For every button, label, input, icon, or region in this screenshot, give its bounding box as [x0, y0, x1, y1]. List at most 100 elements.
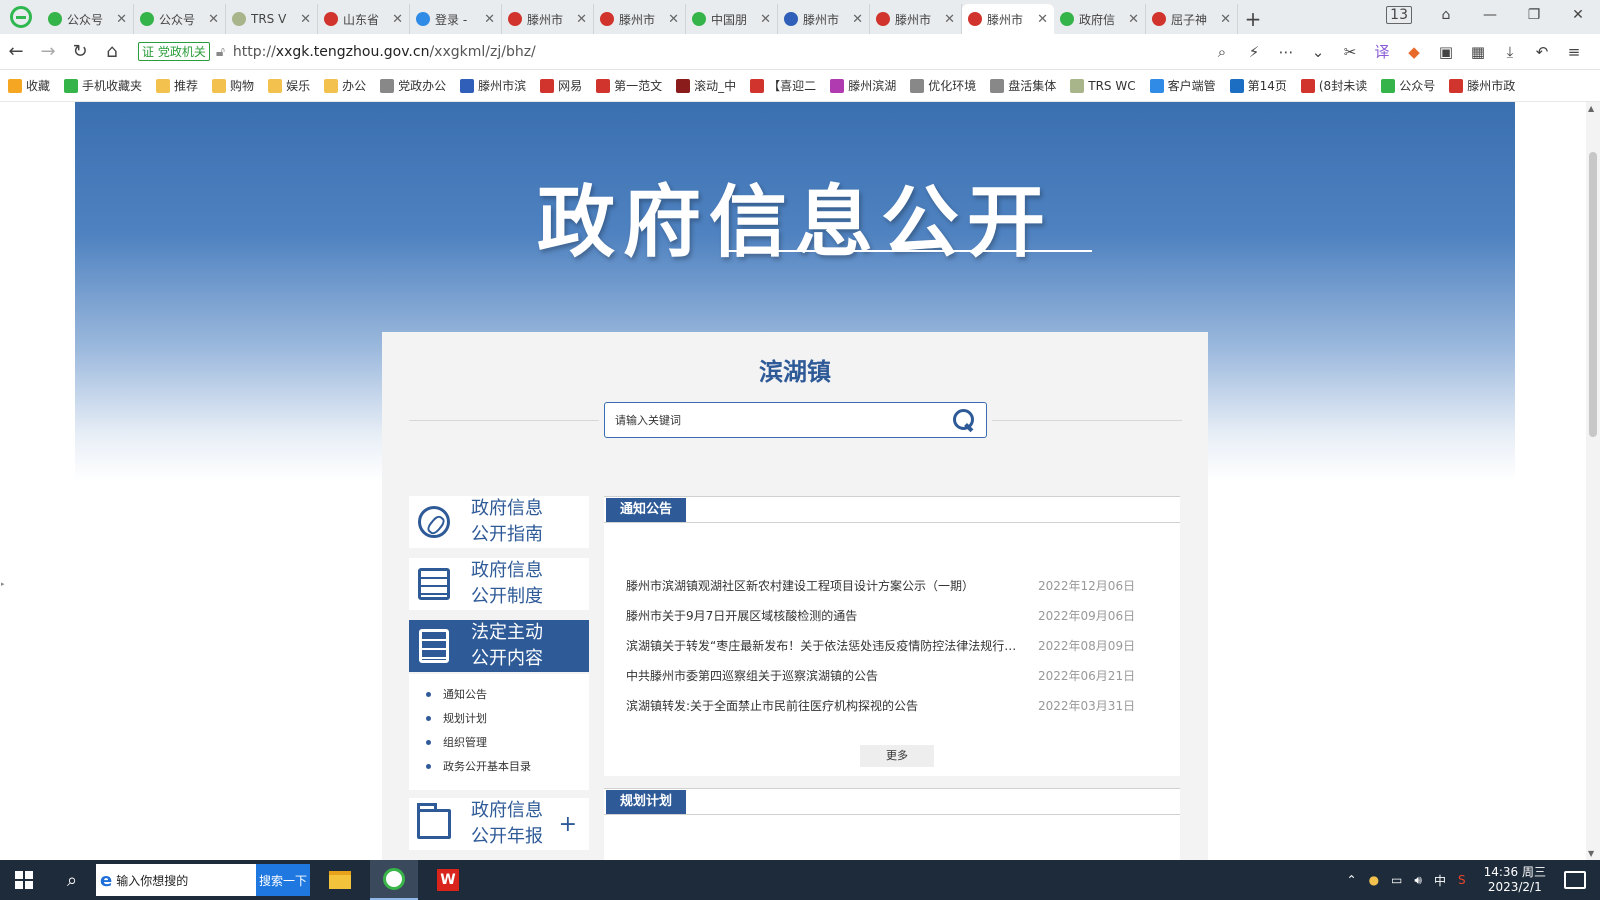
skin-icon[interactable]: ⌂: [1424, 7, 1468, 23]
bookmark-item[interactable]: 优化环境: [910, 77, 976, 94]
download-icon[interactable]: ⤓: [1494, 43, 1526, 61]
notice-panel-tab[interactable]: 通知公告: [606, 498, 687, 522]
taskbar-search-icon[interactable]: ⌕: [48, 860, 96, 900]
bookmark-item[interactable]: 购物: [212, 77, 254, 94]
bookmark-item[interactable]: 收藏: [8, 77, 50, 94]
notice-item-title[interactable]: 滨湖镇转发:关于全面禁止市民前往医疗机构探视的公告: [626, 697, 1021, 714]
bookmark-item[interactable]: 第14页: [1229, 77, 1287, 94]
chevron-down-icon[interactable]: ⌄: [1302, 43, 1334, 61]
tab-close-icon[interactable]: ✕: [852, 12, 863, 27]
tab-close-icon[interactable]: ✕: [576, 12, 587, 27]
tab-close-icon[interactable]: ✕: [1220, 12, 1231, 27]
scissors-icon[interactable]: ✂: [1334, 43, 1366, 61]
browser-tab[interactable]: 滕州市 ✕: [962, 4, 1054, 34]
bookmark-item[interactable]: (8封未读: [1300, 77, 1367, 94]
restore-icon[interactable]: ❐: [1512, 7, 1556, 23]
taskbar-search-input[interactable]: e 输入你想搜的: [96, 864, 256, 896]
home-icon[interactable]: ⌂: [96, 41, 128, 62]
ime-indicator[interactable]: 中: [1434, 872, 1446, 889]
new-tab-button[interactable]: +: [1238, 4, 1268, 34]
bookmark-item[interactable]: 网易: [540, 77, 582, 94]
bookmark-item[interactable]: 客户端管: [1149, 77, 1216, 94]
browser-tab[interactable]: TRS V ✕: [226, 4, 318, 34]
browser-tab[interactable]: 公众号 ✕: [134, 4, 226, 34]
bookmark-item[interactable]: 盘活集体: [990, 77, 1056, 94]
bookmark-item[interactable]: 滕州市滨: [460, 77, 526, 94]
browser-tab[interactable]: 政府信 ✕: [1054, 4, 1146, 34]
submenu-item-plan[interactable]: 规划计划: [409, 706, 589, 730]
taskbar-wps[interactable]: W: [424, 860, 472, 900]
more-icon[interactable]: ⋯: [1270, 43, 1302, 61]
browser-tab[interactable]: 登录 - ✕: [410, 4, 502, 34]
bookmark-item[interactable]: 滚动_中: [676, 77, 736, 94]
tab-count-badge[interactable]: 13: [1386, 6, 1412, 24]
notification-icon[interactable]: [1564, 871, 1586, 889]
lightning-icon[interactable]: ⚡︎: [1238, 43, 1270, 61]
menu-item-statutory[interactable]: 法定主动 公开内容: [409, 620, 589, 672]
bookmark-item[interactable]: 【喜迎二: [750, 77, 816, 94]
zoom-search-icon[interactable]: ⌕: [1206, 43, 1238, 61]
tab-close-icon[interactable]: ✕: [1128, 12, 1139, 27]
submenu-item-notice[interactable]: 通知公告: [409, 682, 589, 706]
tab-close-icon[interactable]: ✕: [484, 12, 495, 27]
search-icon[interactable]: [952, 408, 976, 432]
browser-tab[interactable]: 中国朋 ✕: [686, 4, 778, 34]
tab-close-icon[interactable]: ✕: [668, 12, 679, 27]
submenu-item-catalog[interactable]: 政务公开基本目录: [409, 754, 589, 778]
tray-app-icon[interactable]: ●: [1369, 873, 1379, 887]
notice-item-title[interactable]: 滕州市关于9月7日开展区域核酸检测的通告: [626, 607, 1021, 624]
browser-tab[interactable]: 滕州市 ✕: [594, 4, 686, 34]
scroll-thumb[interactable]: [1589, 152, 1597, 437]
bookmark-item[interactable]: 滕州滨湖: [830, 77, 896, 94]
menu-item-annual-report[interactable]: 政府信息 公开年报 +: [409, 798, 589, 850]
menu-icon[interactable]: ≡: [1558, 43, 1590, 61]
bookmark-item[interactable]: 第一范文: [596, 77, 662, 94]
tray-expand-icon[interactable]: ⌃: [1347, 873, 1357, 887]
tab-close-icon[interactable]: ✕: [944, 12, 955, 27]
url-field[interactable]: 证 党政机关 🔓︎ http://xxgk.tengzhou.gov.cn/xx…: [138, 38, 1206, 66]
notice-item-title[interactable]: 滕州市滨湖镇观湖社区新农村建设工程项目设计方案公示（一期）: [626, 577, 1021, 594]
tab-close-icon[interactable]: ✕: [760, 12, 771, 27]
insecure-lock-icon[interactable]: 🔓︎: [216, 44, 225, 60]
start-button[interactable]: [0, 860, 48, 900]
tab-close-icon[interactable]: ✕: [1037, 12, 1048, 27]
bookmark-item[interactable]: TRS WC: [1070, 78, 1136, 93]
bookmark-item[interactable]: 办公: [324, 77, 366, 94]
close-window-icon[interactable]: ✕: [1556, 7, 1600, 23]
menu-item-rules[interactable]: 政府信息 公开制度: [409, 558, 589, 610]
browser-tab[interactable]: 滕州市 ✕: [502, 4, 594, 34]
clock[interactable]: 14:36 周三 2023/2/1: [1484, 865, 1546, 895]
bookmark-item[interactable]: 手机收藏夹: [64, 77, 142, 94]
page-scrollbar[interactable]: ▲ ▼: [1586, 102, 1600, 860]
network-icon[interactable]: ▭: [1391, 873, 1402, 887]
menu-item-guide[interactable]: 政府信息 公开指南: [409, 496, 589, 548]
browser-tab[interactable]: 滕州市 ✕: [870, 4, 962, 34]
forward-icon[interactable]: →: [32, 41, 64, 62]
browser-tab[interactable]: 山东省 ✕: [318, 4, 410, 34]
sogou-icon[interactable]: S: [1458, 873, 1466, 887]
submenu-item-organization[interactable]: 组织管理: [409, 730, 589, 754]
notice-item-title[interactable]: 滨湖镇关于转发“枣庄最新发布！关于依法惩处违反疫情防控法律法规行为的通告”: [626, 637, 1021, 654]
tab-close-icon[interactable]: ✕: [208, 12, 219, 27]
game-icon[interactable]: ◆: [1398, 43, 1430, 61]
bookmark-item[interactable]: 推荐: [156, 77, 198, 94]
taskbar-search-button[interactable]: 搜索一下: [256, 864, 310, 896]
expand-plus-icon[interactable]: +: [559, 812, 577, 837]
bookmark-item[interactable]: 公众号: [1381, 77, 1435, 94]
volume-icon[interactable]: 🔊︎: [1414, 873, 1422, 888]
bookmark-item[interactable]: 党政办公: [380, 77, 446, 94]
taskbar-browser[interactable]: [370, 860, 418, 900]
browser-tab[interactable]: 公众号 ✕: [42, 4, 134, 34]
reader-icon[interactable]: ▣: [1430, 43, 1462, 61]
back-icon[interactable]: ←: [0, 41, 32, 62]
browser-tab[interactable]: 屈子神 ✕: [1146, 4, 1238, 34]
more-button[interactable]: 更多: [860, 745, 934, 767]
taskbar-file-explorer[interactable]: [316, 860, 364, 900]
tab-close-icon[interactable]: ✕: [116, 12, 127, 27]
minimize-icon[interactable]: —: [1468, 7, 1512, 23]
undo-icon[interactable]: ↶: [1526, 43, 1558, 61]
plan-panel-tab[interactable]: 规划计划: [606, 790, 687, 814]
tab-close-icon[interactable]: ✕: [392, 12, 403, 27]
reload-icon[interactable]: ↻: [64, 41, 96, 62]
browser-tab[interactable]: 滕州市 ✕: [778, 4, 870, 34]
